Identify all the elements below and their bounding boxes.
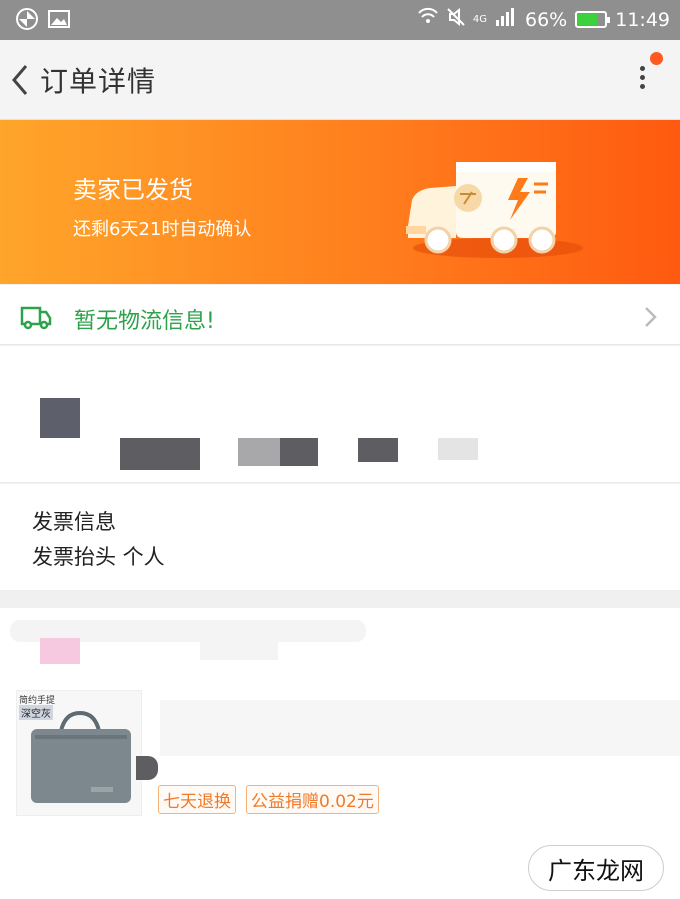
address-section[interactable] (0, 346, 680, 483)
battery-icon (575, 11, 611, 28)
charity-tag: 公益捐赠0.02元 (246, 785, 379, 814)
watermark-logo: 广东龙网 (528, 845, 664, 891)
signal-icon (495, 8, 517, 31)
gallery-icon (48, 8, 70, 30)
back-button[interactable] (6, 62, 36, 98)
chevron-left-icon (12, 65, 28, 95)
shipping-status: 卖家已发货 (73, 176, 193, 204)
logistics-text: 暂无物流信息! (74, 309, 215, 334)
mute-icon (447, 7, 465, 31)
truck-icon (20, 306, 52, 330)
redacted-product-title (160, 700, 680, 756)
network-label: 4G (472, 14, 487, 25)
logistics-row[interactable]: 暂无物流信息! (0, 285, 680, 345)
battery-percent: 66% (525, 8, 568, 31)
delivery-truck-icon (406, 162, 583, 258)
laptop-bag-image (31, 710, 131, 803)
redacted-block (120, 438, 200, 470)
auto-confirm-countdown: 还剩6天21时自动确认 (73, 219, 252, 240)
location-icon-redacted (40, 398, 80, 438)
redacted-block (136, 756, 158, 780)
notification-dot (650, 52, 663, 65)
clock: 11:49 (615, 8, 670, 31)
order-status-banner: 卖家已发货 还剩6天21时自动确认 (0, 120, 680, 284)
status-bar: 4G 66% 11:49 (0, 0, 680, 40)
return-policy-tag: 七天退换 (158, 785, 236, 814)
wifi-icon (417, 7, 439, 32)
service-tags: 七天退换 公益捐赠0.02元 (158, 785, 379, 814)
product-thumbnail[interactable]: 简约手提 深空灰 (16, 690, 142, 816)
nav-bar: 订单详情 (0, 40, 680, 120)
redacted-block (238, 438, 280, 466)
pinwheel-icon (16, 8, 38, 30)
redacted-block (280, 438, 318, 466)
invoice-header: 发票抬头 个人 (32, 545, 165, 569)
redacted-block (200, 636, 278, 660)
store-icon-redacted (40, 638, 80, 664)
redacted-block (438, 438, 478, 460)
invoice-title: 发票信息 (32, 510, 116, 534)
more-button[interactable] (632, 62, 652, 98)
page-title: 订单详情 (40, 65, 157, 98)
chevron-right-icon (645, 307, 657, 327)
redacted-block (358, 438, 398, 462)
invoice-section: 发票信息 发票抬头 个人 (0, 484, 680, 590)
more-vertical-icon (632, 66, 652, 89)
